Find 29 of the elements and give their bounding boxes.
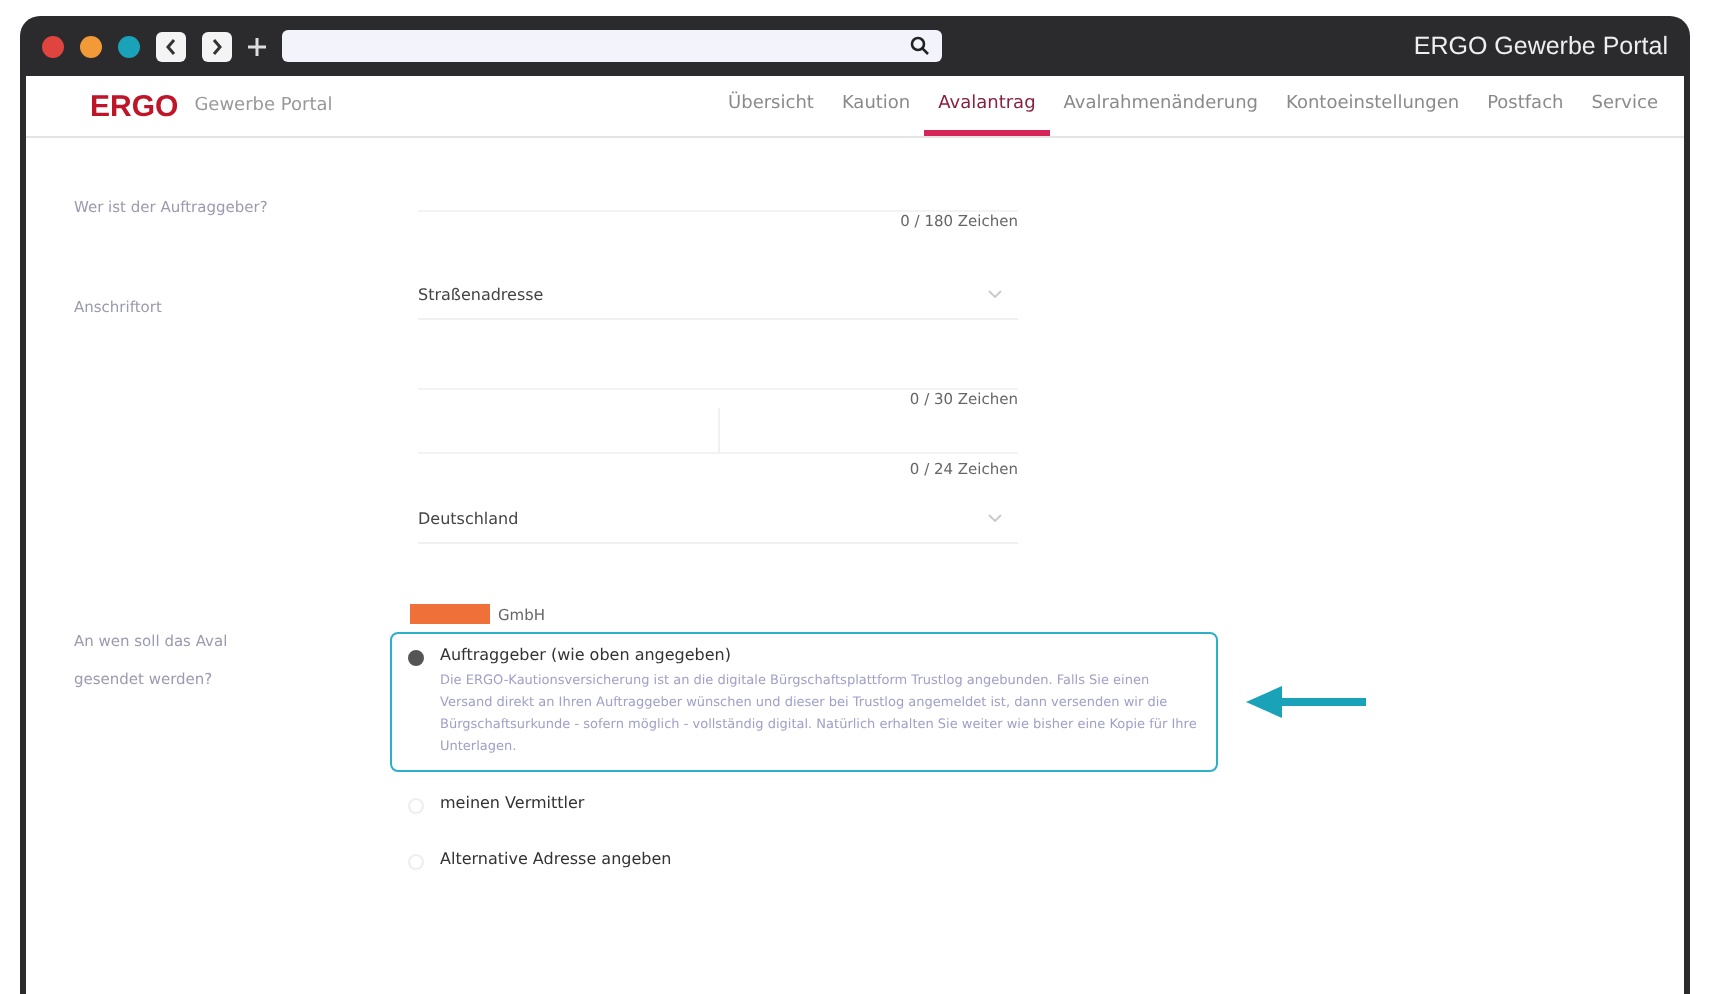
arrow-icon xyxy=(1246,686,1366,718)
search-icon xyxy=(910,36,930,56)
brand-subtitle: Gewerbe Portal xyxy=(194,96,333,116)
chevron-left-icon xyxy=(164,37,178,55)
radio-option[interactable]: meinen Vermittler xyxy=(390,780,603,828)
back-button[interactable] xyxy=(156,31,186,61)
address-type-dropdown[interactable]: Straßenadresse xyxy=(418,270,1018,320)
new-tab-icon[interactable] xyxy=(248,37,266,55)
nav-tab[interactable]: Postfach xyxy=(1473,76,1578,136)
close-icon[interactable] xyxy=(42,35,64,57)
forward-button[interactable] xyxy=(202,31,232,61)
address-field[interactable] xyxy=(282,30,942,62)
nav-tab[interactable]: Kaution xyxy=(827,76,925,136)
nav-tab[interactable]: Avalantrag xyxy=(924,76,1050,136)
chevron-icon xyxy=(988,290,1002,298)
nav-tab[interactable]: Avalrahmenänderung xyxy=(1049,76,1272,136)
nav-tab[interactable]: Service xyxy=(1577,76,1672,136)
minimize-icon[interactable] xyxy=(80,35,102,57)
window-title: ERGO Gewerbe Portal xyxy=(1413,32,1668,60)
brand-logo[interactable]: ERGO xyxy=(90,89,179,123)
country-dropdown[interactable]: Deutschland xyxy=(418,494,1018,544)
radio-icon[interactable] xyxy=(408,650,424,666)
maximize-icon[interactable] xyxy=(118,35,140,57)
chevron-right-icon xyxy=(210,37,224,55)
chevron-icon xyxy=(988,514,1002,522)
redacted-block xyxy=(410,604,490,624)
radio-option[interactable]: Alternative Adresse angeben xyxy=(390,836,690,884)
nav-tab[interactable]: Kontoeinstellungen xyxy=(1272,76,1474,136)
nav-tab[interactable]: Übersicht xyxy=(714,76,828,136)
